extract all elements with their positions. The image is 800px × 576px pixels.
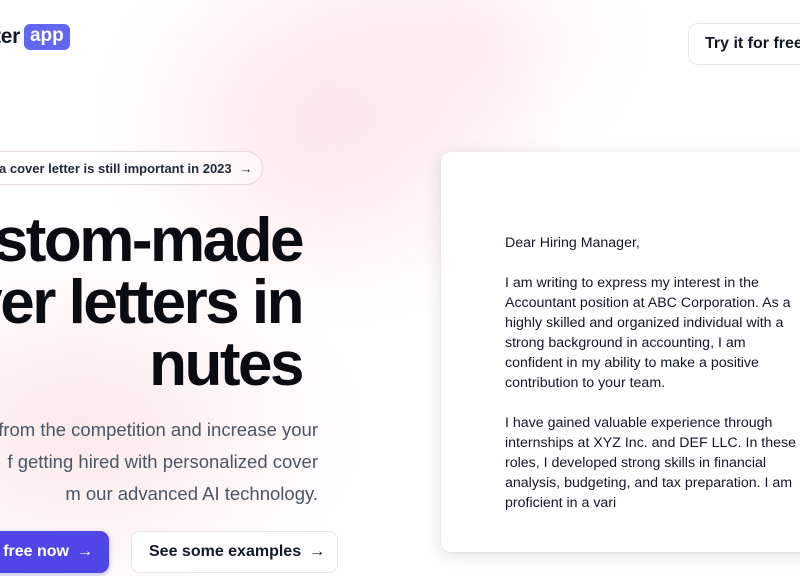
logo-badge: app [23, 24, 70, 50]
announcement-pill[interactable]: a cover letter is still important in 202… [0, 151, 263, 185]
headline-line-1: stom-made [0, 208, 305, 275]
arrow-right-icon: → [239, 160, 253, 176]
letter-greeting: Dear Hiring Manager, [505, 235, 640, 251]
announcement-text: a cover letter is still important in 202… [0, 160, 232, 176]
hero-subtext: from the competition and increase your f… [0, 414, 440, 514]
headline-line-2: ver letters in [0, 268, 304, 337]
secondary-cta-label: See some examples [149, 543, 302, 560]
letter-paragraph-2: I have gained valuable experience throug… [505, 415, 796, 511]
arrow-right-icon: → [309, 543, 326, 560]
headline-line-3: nutes [149, 330, 304, 396]
subtext-line-1: from the competition and increase your [0, 419, 318, 440]
get-started-free-button[interactable]: free now → [0, 531, 109, 573]
app-logo[interactable]: ter app [0, 24, 70, 50]
subtext-line-2: f getting hired with personalized cover [7, 451, 318, 472]
letter-body: Dear Hiring Manager, I am writing to exp… [505, 233, 800, 533]
see-examples-button[interactable]: See some examples → [131, 531, 338, 573]
try-for-free-button[interactable]: Try it for free [688, 23, 800, 65]
cover-letter-preview: Dear Hiring Manager, I am writing to exp… [441, 152, 800, 552]
hero-headline: stom-made ver letters in nutes [0, 208, 440, 396]
letter-paragraph-1: I am writing to express my interest in t… [505, 275, 791, 391]
subtext-line-3: m our advanced AI technology. [65, 483, 318, 504]
arrow-right-icon: → [77, 543, 93, 560]
logo-text: ter [0, 25, 20, 48]
primary-cta-label: free now [3, 543, 69, 560]
